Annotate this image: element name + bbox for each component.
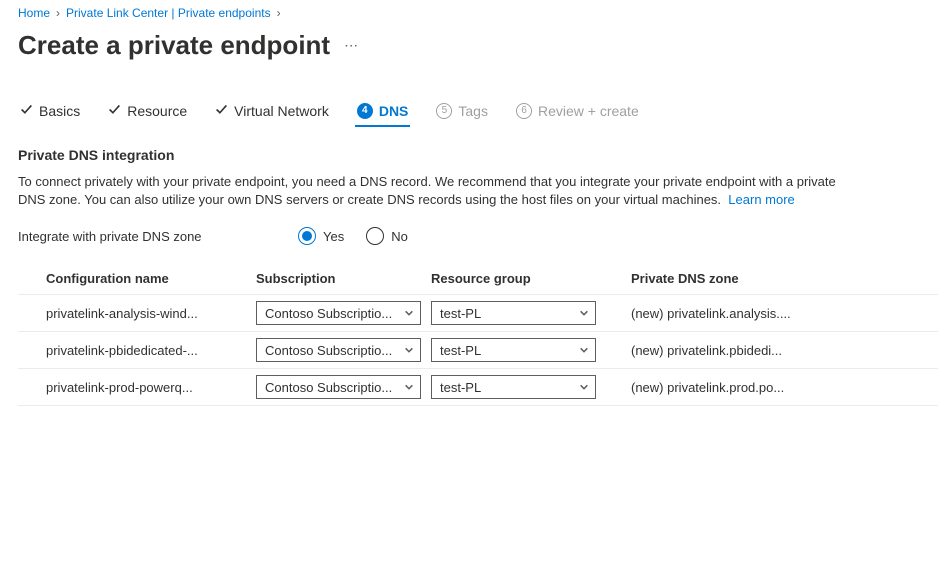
chevron-right-icon: › (56, 6, 60, 20)
page-title: Create a private endpoint (18, 30, 330, 61)
col-header-resource-group: Resource group (431, 271, 606, 286)
dns-zone-value: (new) privatelink.analysis.... (631, 306, 816, 321)
radio-icon (366, 227, 384, 245)
radio-label: Yes (323, 229, 344, 244)
tab-dns[interactable]: 4 DNS (355, 97, 411, 127)
breadcrumb: Home › Private Link Center | Private end… (18, 4, 925, 26)
table-row: privatelink-analysis-wind... Contoso Sub… (18, 295, 938, 332)
tab-resource[interactable]: Resource (106, 97, 189, 127)
tab-tags[interactable]: 5 Tags (434, 97, 490, 127)
tab-label: DNS (379, 103, 409, 119)
step-number-icon: 4 (357, 103, 373, 119)
table-row: privatelink-prod-powerq... Contoso Subsc… (18, 369, 938, 406)
resource-group-select[interactable]: test-PL (431, 338, 596, 362)
step-number-icon: 5 (436, 103, 452, 119)
dns-zone-value: (new) privatelink.prod.po... (631, 380, 816, 395)
tab-label: Review + create (538, 103, 639, 119)
integrate-dns-radio-group: Yes No (298, 227, 408, 245)
chevron-down-icon (404, 343, 414, 358)
radio-icon (298, 227, 316, 245)
breadcrumb-home[interactable]: Home (18, 6, 50, 20)
tab-label: Virtual Network (234, 103, 329, 119)
check-icon (20, 103, 33, 119)
integrate-dns-label: Integrate with private DNS zone (18, 229, 298, 244)
chevron-down-icon (404, 380, 414, 395)
chevron-down-icon (579, 380, 589, 395)
more-actions-button[interactable]: ⋯ (340, 35, 364, 56)
select-value: Contoso Subscriptio... (265, 343, 404, 358)
table-row: privatelink-pbidedicated-... Contoso Sub… (18, 332, 938, 369)
chevron-right-icon: › (277, 6, 281, 20)
radio-no[interactable]: No (366, 227, 408, 245)
col-header-dns-zone: Private DNS zone (606, 271, 816, 286)
select-value: Contoso Subscriptio... (265, 380, 404, 395)
dns-config-table: Configuration name Subscription Resource… (18, 263, 938, 406)
wizard-tabs: Basics Resource Virtual Network 4 DNS 5 … (18, 97, 925, 127)
table-header-row: Configuration name Subscription Resource… (18, 263, 938, 295)
section-header-dns-integration: Private DNS integration (18, 147, 925, 163)
select-value: test-PL (440, 343, 579, 358)
col-header-config: Configuration name (46, 271, 256, 286)
subscription-select[interactable]: Contoso Subscriptio... (256, 301, 421, 325)
dns-zone-value: (new) privatelink.pbidedi... (631, 343, 816, 358)
section-description: To connect privately with your private e… (18, 173, 838, 209)
radio-yes[interactable]: Yes (298, 227, 344, 245)
config-name: privatelink-analysis-wind... (46, 306, 246, 321)
resource-group-select[interactable]: test-PL (431, 375, 596, 399)
select-value: Contoso Subscriptio... (265, 306, 404, 321)
config-name: privatelink-pbidedicated-... (46, 343, 246, 358)
tab-basics[interactable]: Basics (18, 97, 82, 127)
chevron-down-icon (404, 306, 414, 321)
tab-label: Basics (39, 103, 80, 119)
tab-label: Resource (127, 103, 187, 119)
col-header-subscription: Subscription (256, 271, 431, 286)
learn-more-link[interactable]: Learn more (728, 192, 794, 207)
check-icon (215, 103, 228, 119)
chevron-down-icon (579, 306, 589, 321)
select-value: test-PL (440, 306, 579, 321)
chevron-down-icon (579, 343, 589, 358)
check-icon (108, 103, 121, 119)
step-number-icon: 6 (516, 103, 532, 119)
tab-review-create[interactable]: 6 Review + create (514, 97, 641, 127)
subscription-select[interactable]: Contoso Subscriptio... (256, 338, 421, 362)
select-value: test-PL (440, 380, 579, 395)
resource-group-select[interactable]: test-PL (431, 301, 596, 325)
tab-label: Tags (458, 103, 488, 119)
config-name: privatelink-prod-powerq... (46, 380, 246, 395)
subscription-select[interactable]: Contoso Subscriptio... (256, 375, 421, 399)
radio-label: No (391, 229, 408, 244)
breadcrumb-private-link-center[interactable]: Private Link Center | Private endpoints (66, 6, 271, 20)
tab-virtual-network[interactable]: Virtual Network (213, 97, 331, 127)
description-text: To connect privately with your private e… (18, 174, 836, 207)
